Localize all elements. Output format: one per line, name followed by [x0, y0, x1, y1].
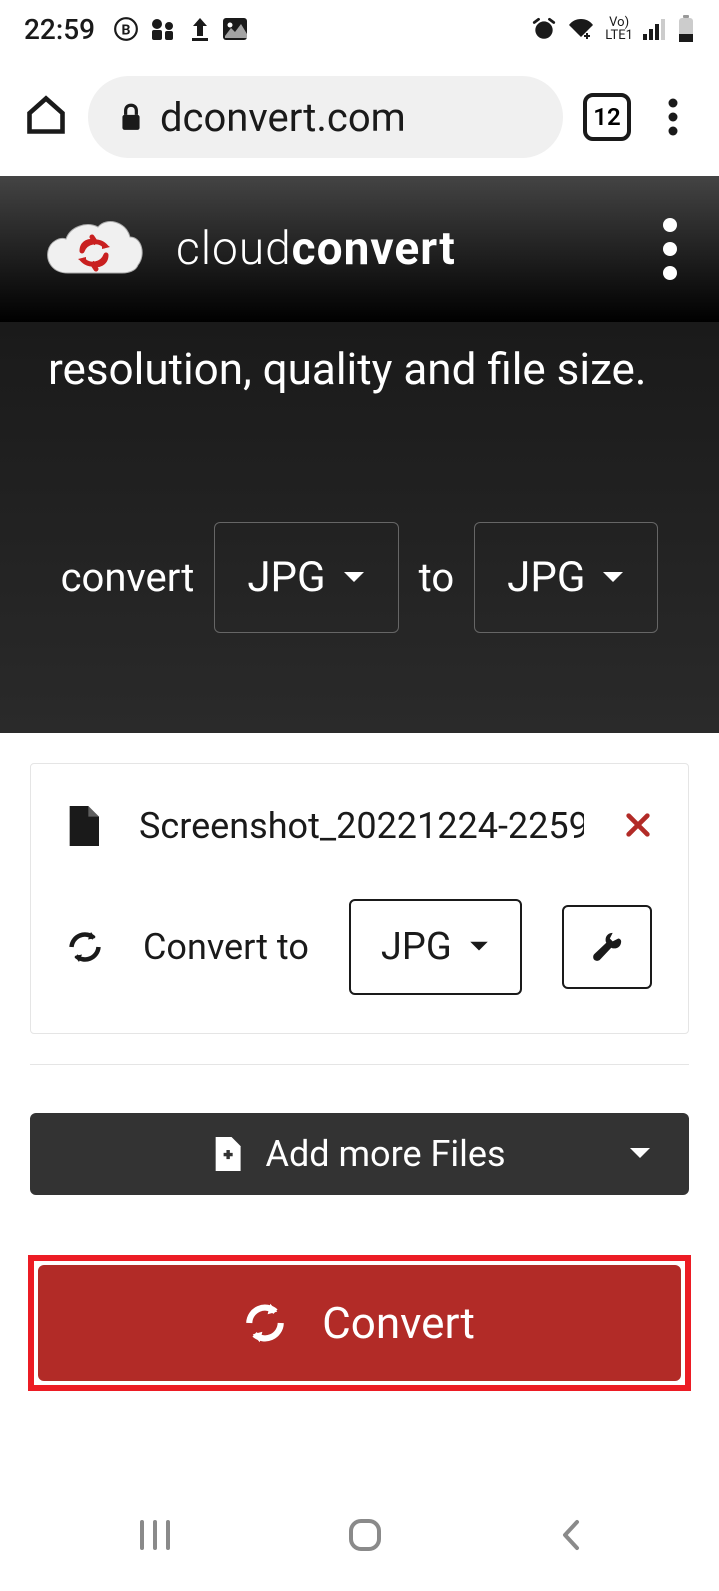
upload-icon [189, 16, 211, 42]
add-more-text: Add more Files [265, 1133, 505, 1175]
status-bar: 22:59 B Vo)LTE1 [0, 0, 719, 58]
chevron-down-icon [601, 570, 625, 586]
cloudconvert-logo[interactable] [42, 215, 146, 283]
brand-bold: convert [292, 222, 456, 276]
convert-button[interactable]: Convert [38, 1265, 681, 1381]
brand-text: cloudconvert [176, 222, 456, 276]
home-nav-icon [346, 1516, 384, 1554]
to-format-text: JPG [507, 553, 585, 602]
hero-section: resolution, quality and file size. conve… [0, 322, 719, 733]
brand-light: cloud [176, 222, 292, 276]
alarm-icon [531, 16, 557, 42]
url-bar[interactable]: dconvert.com [88, 76, 563, 158]
tab-count-button[interactable]: 12 [583, 93, 631, 141]
signal-icon [643, 18, 667, 40]
from-format-select[interactable]: JPG [214, 522, 398, 633]
target-format-text: JPG [381, 925, 452, 969]
convert-label: convert [61, 554, 195, 601]
divider [30, 1064, 689, 1065]
convert-to-label: Convert to [143, 926, 309, 968]
circle-b-icon: B [113, 16, 139, 42]
home-button[interactable] [24, 93, 68, 141]
description-text: resolution, quality and file size. [48, 322, 671, 402]
teams-icon [149, 16, 179, 42]
chevron-down-icon [627, 1146, 653, 1162]
convert-to-row: Convert to JPG [67, 899, 652, 995]
home-button-nav[interactable] [346, 1516, 384, 1558]
app-header: cloudconvert [0, 176, 719, 322]
browser-menu-button[interactable] [651, 95, 695, 139]
svg-text:B: B [122, 22, 131, 38]
file-name: Screenshot_20221224-225932_... [139, 805, 584, 847]
navigation-bar [0, 1483, 719, 1591]
convert-button-text: Convert [322, 1297, 475, 1349]
to-format-select[interactable]: JPG [474, 522, 658, 633]
close-icon [624, 811, 652, 839]
recents-button[interactable] [136, 1516, 174, 1558]
refresh-icon [67, 929, 103, 965]
settings-button[interactable] [562, 905, 652, 989]
chevron-down-icon [342, 570, 366, 586]
wrench-icon [590, 930, 624, 964]
tab-count-value: 12 [593, 103, 620, 131]
browser-bar: dconvert.com 12 [0, 58, 719, 176]
app-menu-button[interactable] [663, 218, 677, 280]
volte-icon: Vo)LTE1 [605, 16, 633, 42]
chevron-down-icon [468, 940, 490, 954]
remove-file-button[interactable] [624, 802, 652, 849]
lock-icon [118, 102, 144, 132]
recents-icon [136, 1516, 174, 1554]
wifi-icon [567, 17, 595, 41]
file-card: Screenshot_20221224-225932_... Convert t… [30, 763, 689, 1034]
back-icon [557, 1516, 583, 1554]
from-format-text: JPG [247, 553, 325, 602]
gallery-icon [221, 16, 249, 42]
file-icon [67, 806, 99, 846]
add-more-files-button[interactable]: Add more Files [30, 1113, 689, 1195]
status-left: 22:59 B [24, 13, 249, 46]
home-icon [24, 93, 68, 137]
url-text: dconvert.com [160, 94, 406, 141]
battery-icon [677, 15, 695, 43]
target-format-select[interactable]: JPG [349, 899, 522, 995]
format-selector-row: convert JPG to JPG [48, 522, 671, 633]
add-file-icon [213, 1137, 241, 1171]
status-right: Vo)LTE1 [531, 15, 695, 43]
convert-button-highlight: Convert [28, 1255, 691, 1391]
to-label: to [419, 554, 455, 601]
status-time: 22:59 [24, 13, 95, 46]
file-row: Screenshot_20221224-225932_... [67, 802, 652, 849]
back-button-nav[interactable] [557, 1516, 583, 1558]
refresh-icon [244, 1302, 286, 1344]
